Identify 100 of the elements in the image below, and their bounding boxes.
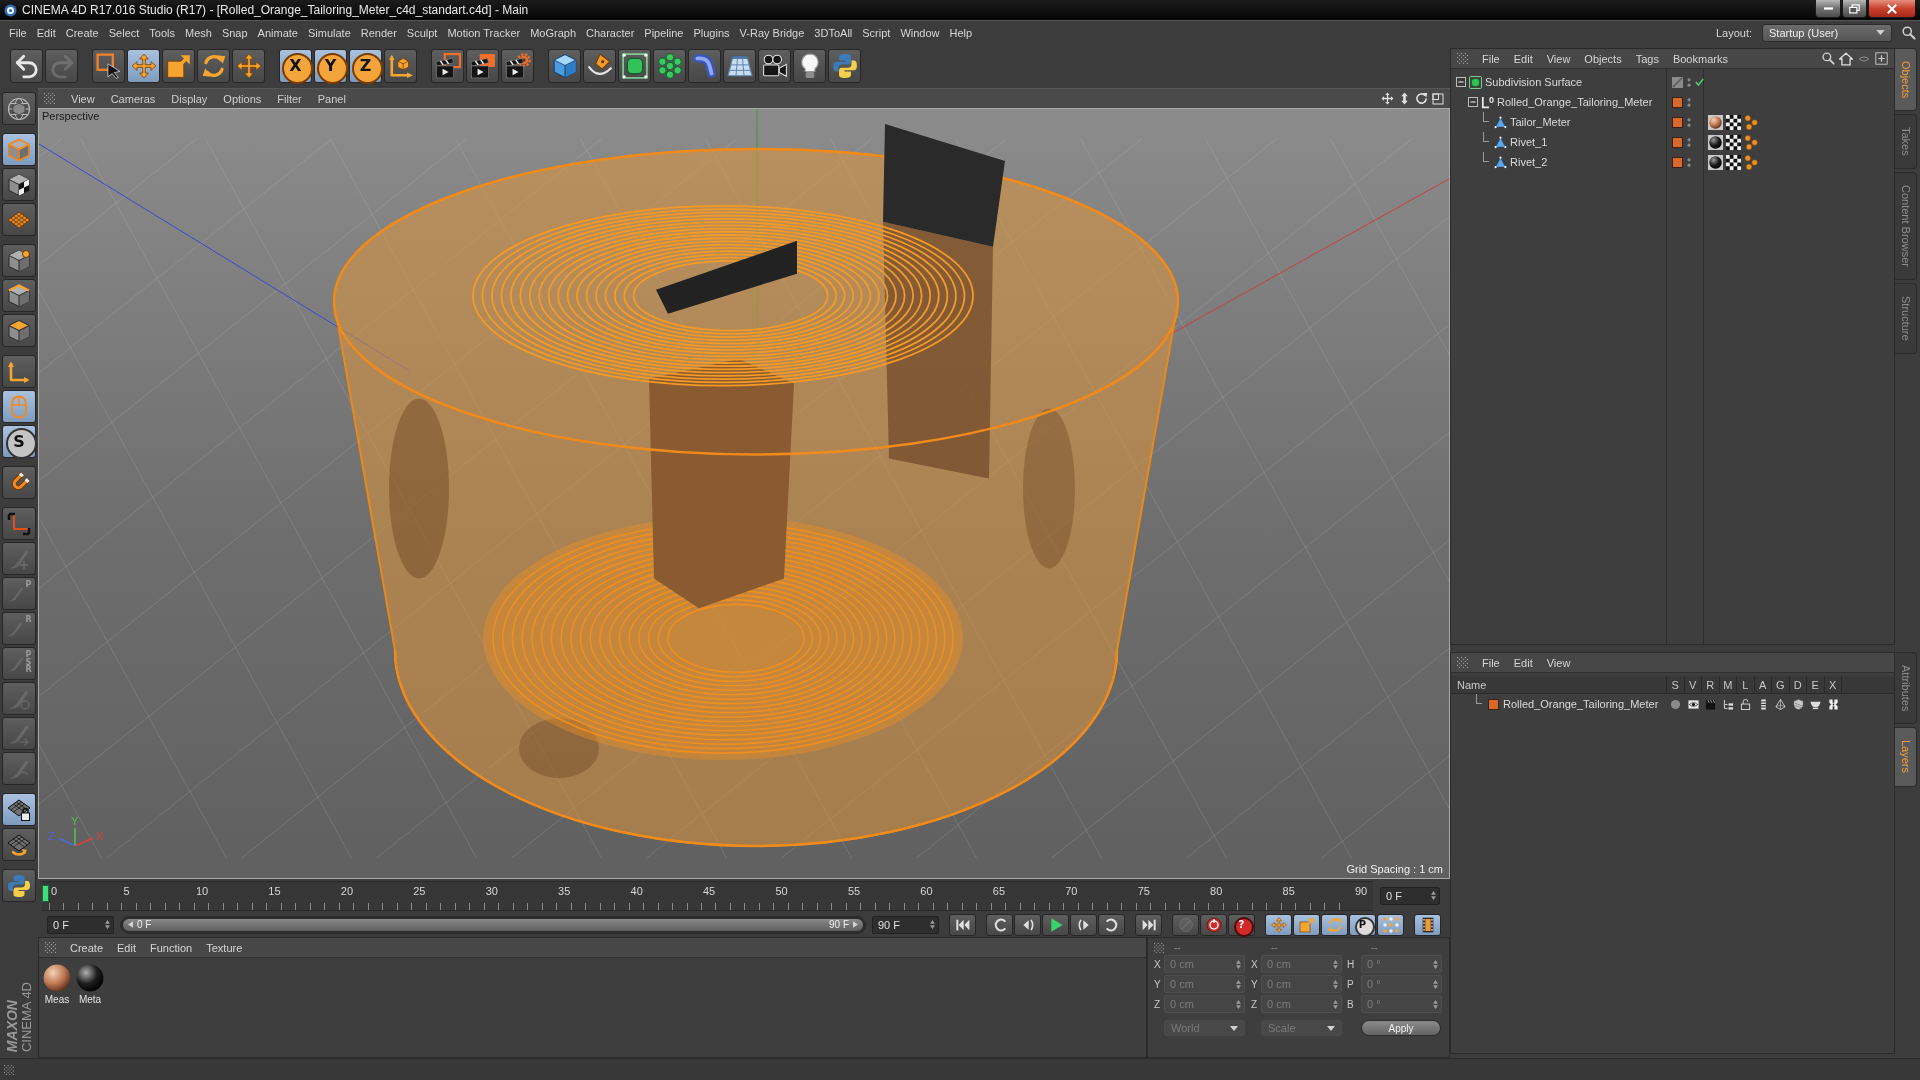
menu-item[interactable]: Create — [65, 26, 99, 39]
visibility-dots-icon[interactable] — [1687, 96, 1691, 108]
axis-lock-button[interactable]: Y — [314, 49, 347, 83]
ball-cluster-icon[interactable] — [1744, 134, 1759, 150]
rotate-icon[interactable] — [1415, 92, 1428, 105]
rotate-tool-button[interactable] — [197, 49, 230, 83]
material-sphere-icon[interactable] — [1708, 154, 1723, 170]
side-tab[interactable]: Structure — [1895, 283, 1917, 354]
menu-item[interactable]: View — [71, 92, 95, 105]
cloner-button[interactable] — [653, 49, 686, 83]
python-button[interactable] — [2, 869, 36, 902]
menu-item[interactable]: Cameras — [110, 92, 156, 105]
search-icon[interactable] — [1902, 25, 1916, 40]
visibility-dots-icon[interactable] — [1687, 156, 1691, 168]
grid-rotate-button[interactable] — [2, 828, 36, 861]
key-scale-button[interactable] — [1293, 913, 1320, 936]
column-header[interactable]: X — [1824, 676, 1842, 693]
menu-item[interactable]: MoGraph — [530, 26, 577, 39]
move-tool-button[interactable] — [127, 49, 160, 83]
material-item[interactable]: Meas — [43, 964, 71, 1005]
menu-item[interactable]: Animate — [257, 26, 298, 39]
playhead-marker[interactable] — [42, 884, 49, 902]
camera-button[interactable] — [758, 49, 791, 83]
points-mode-button[interactable] — [2, 244, 36, 277]
render-to-picture-viewer-button[interactable] — [466, 49, 499, 83]
menu-item[interactable]: Function — [150, 941, 193, 954]
render-settings-button[interactable] — [501, 49, 534, 83]
hierarchy-icon[interactable] — [1722, 698, 1734, 710]
grid-lock-button[interactable] — [2, 793, 36, 826]
menu-item[interactable]: Plugins — [693, 26, 730, 39]
bend-deformer-button[interactable] — [688, 49, 721, 83]
menu-item[interactable]: File — [9, 26, 27, 39]
side-tab[interactable]: Takes — [1895, 114, 1917, 170]
python-button[interactable] — [828, 49, 861, 83]
menu-item[interactable]: Help — [949, 26, 973, 39]
object-name[interactable]: Rivet_1 — [1510, 136, 1548, 148]
next-key-button[interactable] — [1098, 913, 1125, 936]
search-icon[interactable] — [1822, 52, 1835, 65]
menu-item[interactable]: Render — [360, 26, 397, 39]
no-layer-icon[interactable] — [1672, 76, 1683, 88]
menu-item[interactable]: Edit — [117, 941, 136, 954]
menu-item[interactable]: Select — [108, 26, 140, 39]
check-icon[interactable] — [1695, 78, 1704, 86]
autokeying-button[interactable]: ? — [1228, 913, 1255, 936]
menu-item[interactable]: Edit — [1513, 52, 1533, 65]
layer-name[interactable]: Rolled_Orange_Tailoring_Meter — [1503, 698, 1659, 710]
close-button[interactable] — [1868, 0, 1916, 18]
menu-item[interactable]: View — [1546, 52, 1571, 65]
layer-swatch-icon[interactable] — [1672, 136, 1683, 148]
menu-item[interactable]: Filter — [277, 92, 302, 105]
menu-item[interactable]: Pipeline — [644, 26, 684, 39]
menu-item[interactable]: Edit — [36, 26, 56, 39]
eye-icon[interactable] — [1687, 698, 1699, 710]
light-button[interactable] — [793, 49, 826, 83]
pen-button[interactable] — [583, 49, 616, 83]
menu-item[interactable]: Snap — [221, 26, 248, 39]
key-position-button[interactable] — [1265, 913, 1292, 936]
clapperboard-icon[interactable] — [1705, 698, 1717, 710]
object-name[interactable]: Tailor_Meter — [1510, 116, 1571, 128]
restore-button[interactable] — [1842, 0, 1867, 18]
layer-swatch-icon[interactable] — [1672, 116, 1683, 128]
next-frame-button[interactable] — [1070, 913, 1097, 936]
checker-icon[interactable] — [1726, 114, 1741, 130]
previous-key-button[interactable] — [986, 913, 1013, 936]
menu-item[interactable]: File — [1482, 52, 1500, 65]
menu-item[interactable]: Mesh — [185, 26, 212, 39]
menu-item[interactable]: Texture — [206, 941, 243, 954]
key-point-level-button[interactable] — [1377, 913, 1404, 936]
column-header[interactable]: D — [1789, 676, 1807, 693]
move-arrows-icon[interactable] — [1381, 92, 1394, 105]
menu-item[interactable]: 3DToAll — [814, 26, 853, 39]
axis-mode-button[interactable] — [2, 355, 36, 388]
key-rotation-button[interactable] — [1321, 913, 1348, 936]
record-button[interactable] — [1200, 913, 1227, 936]
column-header[interactable]: G — [1772, 676, 1790, 693]
subdivision-surface-button[interactable] — [618, 49, 651, 83]
workplane-axis-button[interactable] — [2, 507, 36, 540]
menu-item[interactable]: Sculpt — [406, 26, 438, 39]
column-header[interactable]: M — [1719, 676, 1737, 693]
dot-icon[interactable] — [1670, 698, 1682, 710]
ball-cluster-icon[interactable] — [1744, 114, 1759, 130]
xref-icon[interactable] — [1827, 698, 1839, 710]
scale-tool-button[interactable] — [162, 49, 195, 83]
side-tab[interactable]: Content Browser — [1895, 172, 1917, 280]
frame-field[interactable]: 0 F — [1380, 886, 1440, 905]
column-header[interactable]: V — [1684, 676, 1702, 693]
side-tab[interactable]: Attributes — [1895, 652, 1917, 725]
column-header[interactable]: L — [1737, 676, 1755, 693]
menu-item[interactable]: Create — [70, 941, 104, 954]
material-item[interactable]: Meta — [76, 964, 104, 1005]
add-icon[interactable] — [1875, 52, 1888, 65]
menu-item[interactable]: Edit — [1513, 656, 1533, 669]
coordinate-system-button[interactable] — [384, 49, 417, 83]
make-editable-button[interactable] — [2, 92, 36, 125]
previous-frame-button[interactable] — [1014, 913, 1041, 936]
menu-item[interactable]: Tools — [149, 26, 175, 39]
menu-item[interactable]: View — [1546, 656, 1571, 669]
key-parameter-button[interactable]: P — [1349, 913, 1376, 936]
minimize-button[interactable] — [1815, 0, 1841, 18]
menu-item[interactable]: Tags — [1635, 52, 1659, 65]
